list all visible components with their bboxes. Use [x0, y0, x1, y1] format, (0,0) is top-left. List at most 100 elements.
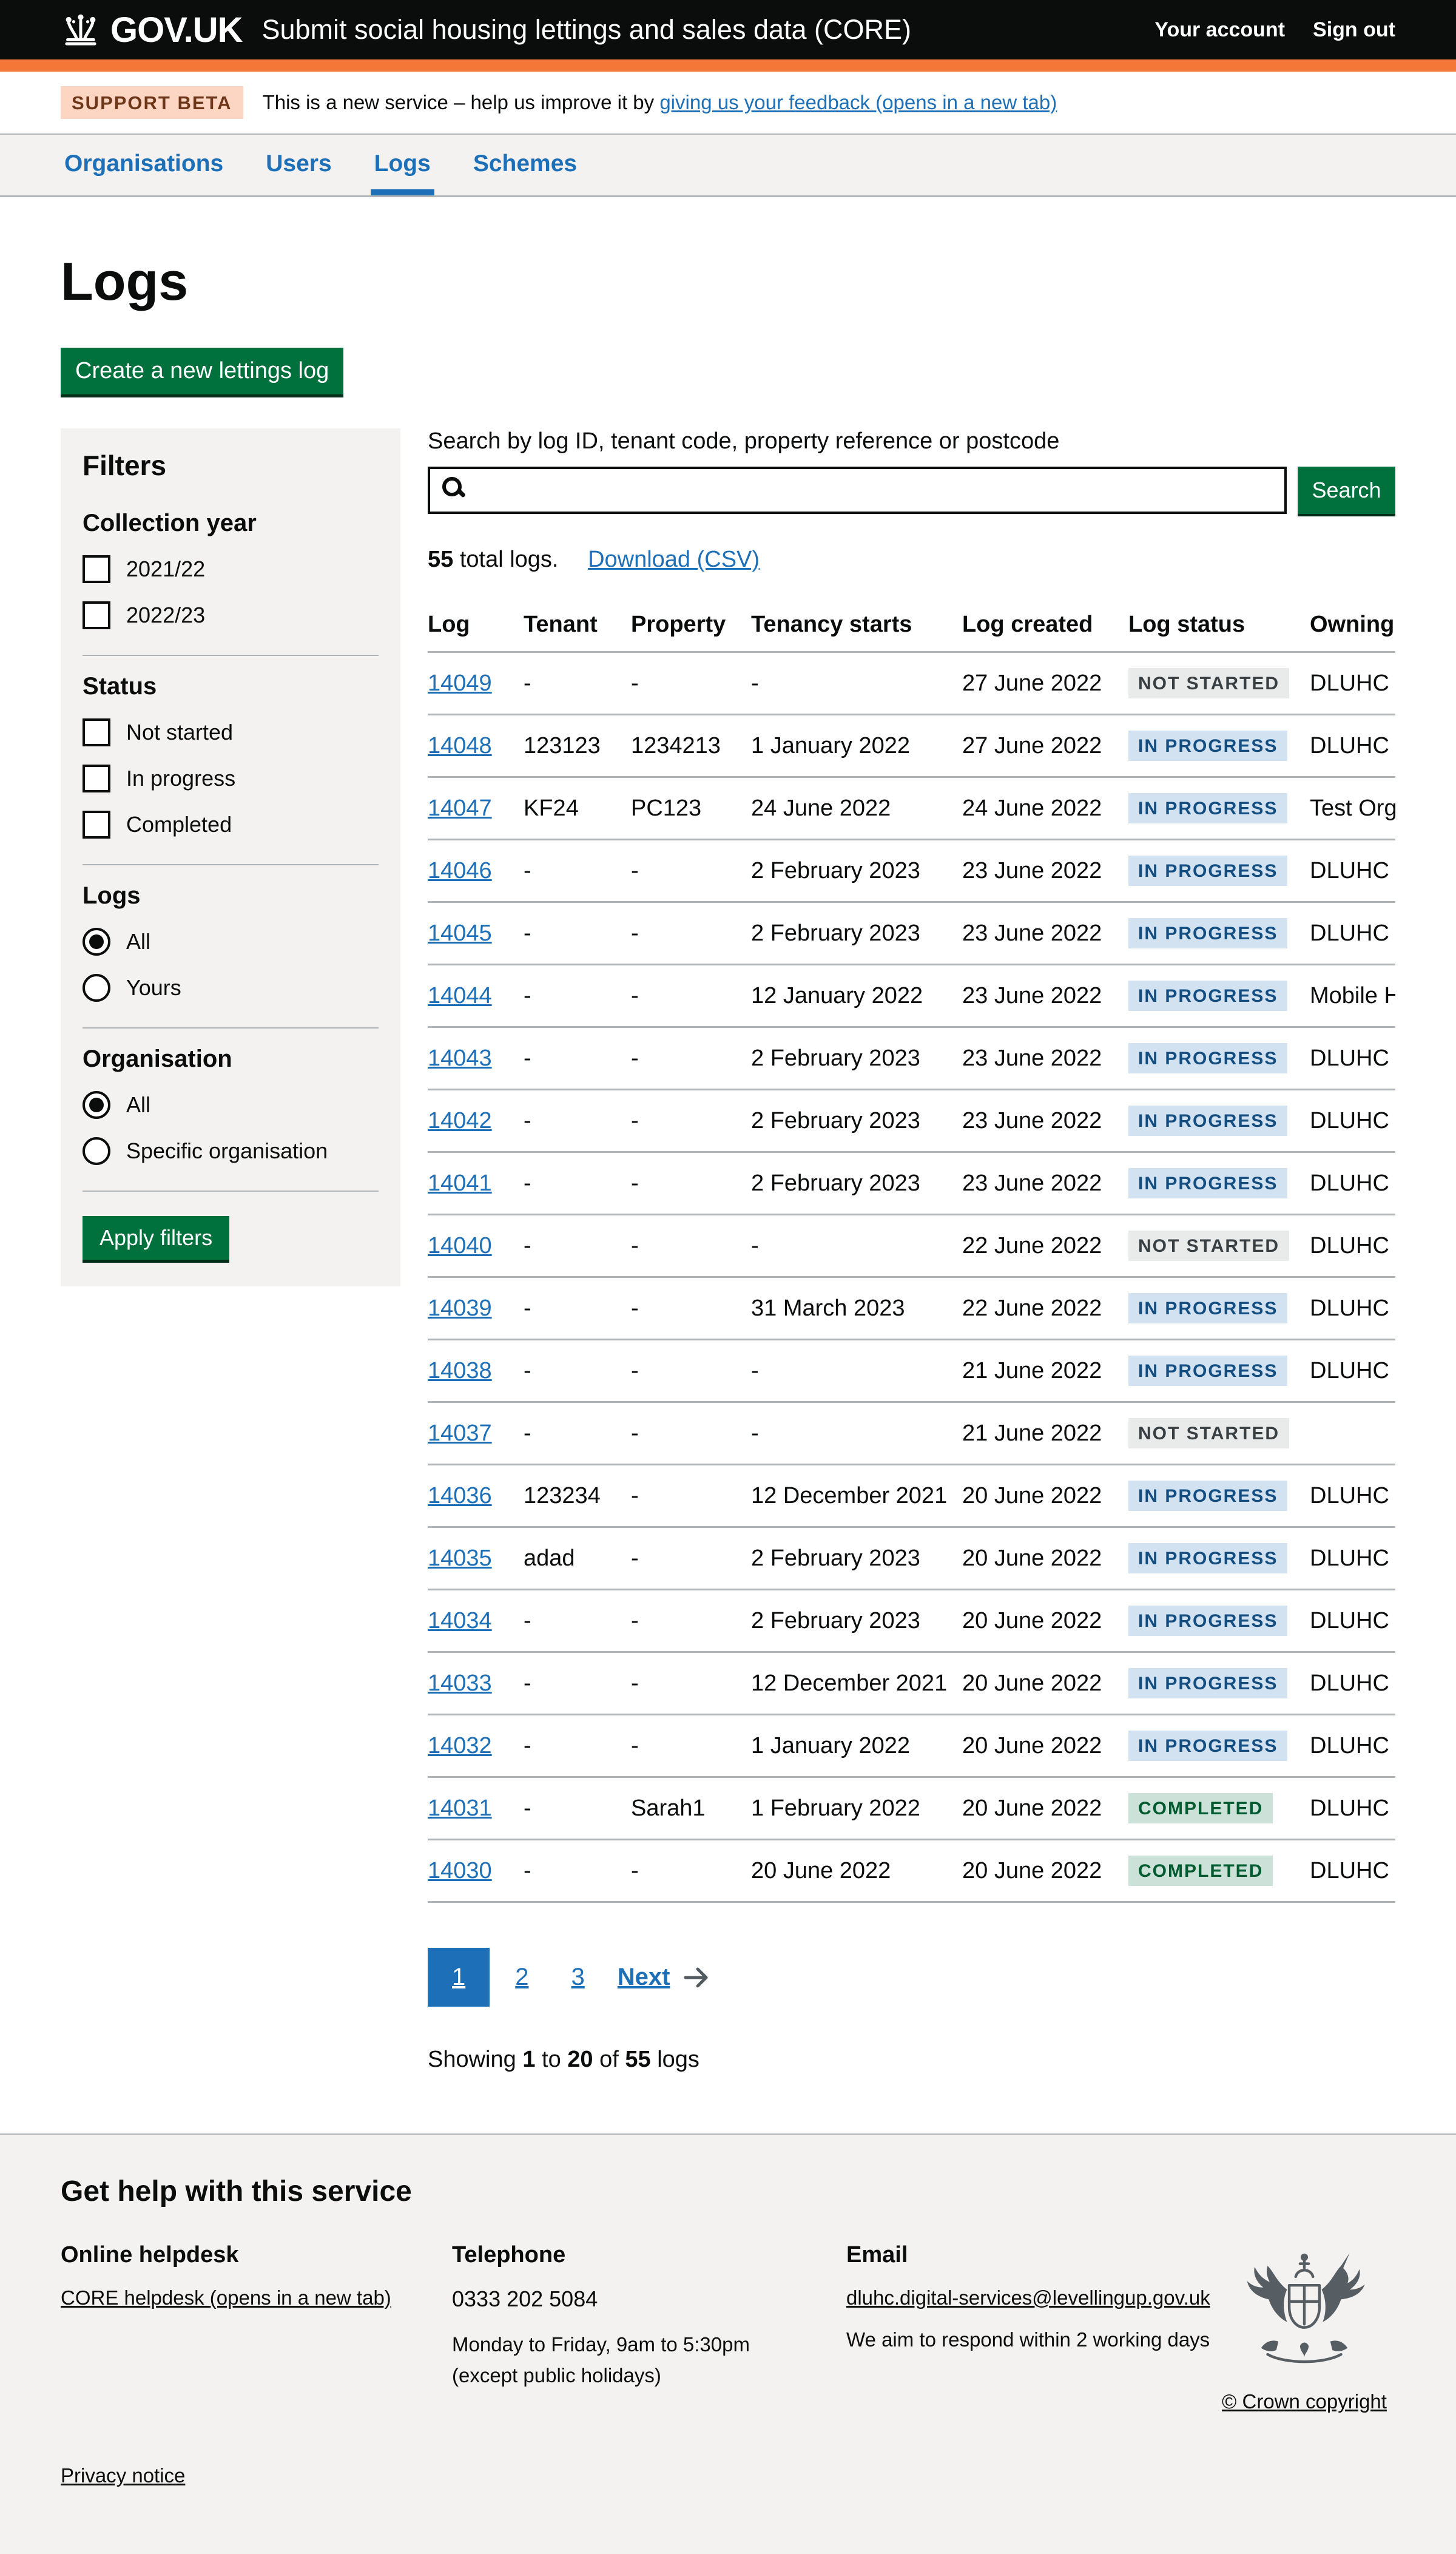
create-lettings-log-button[interactable]: Create a new lettings log — [61, 348, 343, 394]
log-id-link[interactable]: 14035 — [428, 1546, 492, 1571]
apply-filters-button[interactable]: Apply filters — [83, 1216, 229, 1260]
radio-organisation-specific[interactable] — [83, 1137, 110, 1165]
property-cell: - — [631, 1465, 751, 1527]
log-id-link[interactable]: 14043 — [428, 1046, 492, 1071]
tenancy-starts-cell: 2 February 2023 — [751, 1152, 962, 1215]
radio-logs-all[interactable] — [83, 928, 110, 956]
nav-item-schemes[interactable]: Schemes — [470, 150, 581, 195]
log-created-cell: 20 June 2022 — [962, 1590, 1128, 1652]
feedback-link[interactable]: giving us your feedback (opens in a new … — [659, 91, 1057, 113]
property-cell: - — [631, 1527, 751, 1590]
service-name-link[interactable]: Submit social housing lettings and sales… — [261, 14, 911, 46]
col-header-tenant: Tenant — [524, 601, 631, 652]
checkbox-2021-22[interactable] — [83, 555, 110, 583]
download-csv-link[interactable]: Download (CSV) — [588, 547, 760, 572]
privacy-notice-link[interactable]: Privacy notice — [61, 2464, 185, 2487]
pagination-next-link[interactable]: Next — [618, 1948, 670, 2007]
tenant-cell: - — [524, 1215, 631, 1277]
govuk-logo[interactable]: GOV.UK — [61, 10, 242, 50]
status-badge: IN PROGRESS — [1128, 793, 1287, 823]
site-footer: Get help with this service Online helpde… — [0, 2133, 1456, 2554]
log-id-link[interactable]: 14037 — [428, 1421, 492, 1446]
log-id-link[interactable]: 14045 — [428, 921, 492, 946]
log-id-link[interactable]: 14036 — [428, 1483, 492, 1508]
crown-copyright-link[interactable]: © Crown copyright — [1222, 2390, 1387, 2413]
owning-org-cell: DLUHC — [1310, 652, 1395, 715]
radio-label[interactable]: All — [126, 1092, 150, 1118]
property-cell: - — [631, 1590, 751, 1652]
log-id-link[interactable]: 14047 — [428, 796, 492, 821]
status-badge: NOT STARTED — [1128, 1231, 1289, 1261]
checkbox-label[interactable]: In progress — [126, 766, 235, 791]
log-id-link[interactable]: 14039 — [428, 1296, 492, 1321]
radio-logs-yours[interactable] — [83, 974, 110, 1002]
nav-item-organisations[interactable]: Organisations — [61, 150, 227, 195]
log-created-cell: 23 June 2022 — [962, 840, 1128, 902]
total-logs-count: 55 — [428, 547, 453, 572]
checkbox-label[interactable]: 2022/23 — [126, 603, 205, 628]
checkbox-completed[interactable] — [83, 811, 110, 839]
checkbox-not-started[interactable] — [83, 718, 110, 746]
checkbox-label[interactable]: 2021/22 — [126, 556, 205, 582]
email-link[interactable]: dluhc.digital-services@levellingup.gov.u… — [846, 2286, 1210, 2309]
property-cell: - — [631, 1840, 751, 1902]
col-header-log: Log — [428, 601, 524, 652]
your-account-link[interactable]: Your account — [1154, 18, 1285, 42]
telephone-holidays: (except public holidays) — [452, 2364, 661, 2387]
property-cell: - — [631, 1027, 751, 1090]
log-id-link[interactable]: 14031 — [428, 1796, 492, 1821]
log-id-link[interactable]: 14046 — [428, 858, 492, 883]
search-input[interactable] — [428, 467, 1287, 514]
tenancy-starts-cell: 12 December 2021 — [751, 1465, 962, 1527]
telephone-number: 0333 202 5084 — [452, 2286, 846, 2312]
col-header-property: Property — [631, 601, 751, 652]
status-badge: IN PROGRESS — [1128, 1543, 1287, 1573]
core-helpdesk-link[interactable]: CORE helpdesk (opens in a new tab) — [61, 2286, 391, 2309]
checkbox-2022-23[interactable] — [83, 601, 110, 629]
log-id-link[interactable]: 14048 — [428, 733, 492, 758]
tenancy-starts-cell: 2 February 2023 — [751, 1590, 962, 1652]
log-id-link[interactable]: 14044 — [428, 983, 492, 1008]
log-id-link[interactable]: 14049 — [428, 671, 492, 696]
tenant-cell: - — [524, 1652, 631, 1715]
log-id-link[interactable]: 14038 — [428, 1358, 492, 1383]
logs-table: Log Tenant Property Tenancy starts Log c… — [428, 601, 1395, 1903]
log-id-link[interactable]: 14033 — [428, 1671, 492, 1696]
log-created-cell: 20 June 2022 — [962, 1652, 1128, 1715]
pagination-page-3[interactable]: 3 — [554, 1948, 602, 2007]
checkbox-label[interactable]: Not started — [126, 720, 233, 745]
log-created-cell: 20 June 2022 — [962, 1840, 1128, 1902]
table-row: 14047 KF24 PC123 24 June 2022 24 June 20… — [428, 777, 1395, 840]
filter-group-organisation: Organisation All Specific organisation — [83, 1029, 379, 1192]
log-id-link[interactable]: 14041 — [428, 1171, 492, 1196]
radio-organisation-all[interactable] — [83, 1091, 110, 1119]
sign-out-link[interactable]: Sign out — [1313, 18, 1395, 42]
showing-total: 55 — [625, 2047, 650, 2072]
radio-label[interactable]: Yours — [126, 975, 181, 1001]
tenancy-starts-cell: 2 February 2023 — [751, 1527, 962, 1590]
pagination-page-1-current[interactable]: 1 — [428, 1948, 490, 2007]
log-id-link[interactable]: 14032 — [428, 1733, 492, 1758]
log-id-link[interactable]: 14042 — [428, 1108, 492, 1133]
radio-label[interactable]: Specific organisation — [126, 1138, 328, 1164]
tenant-cell: - — [524, 965, 631, 1027]
table-row: 14049 - - - 27 June 2022 NOT STARTED DLU… — [428, 652, 1395, 715]
status-badge: IN PROGRESS — [1128, 1481, 1287, 1511]
owning-org-cell: Mobile Housing — [1310, 965, 1395, 1027]
phase-banner: SUPPORT BETA This is a new service – hel… — [0, 72, 1456, 135]
log-id-link[interactable]: 14030 — [428, 1858, 492, 1883]
log-id-link[interactable]: 14040 — [428, 1233, 492, 1258]
nav-item-logs[interactable]: Logs — [371, 150, 434, 195]
radio-label[interactable]: All — [126, 929, 150, 954]
log-id-link[interactable]: 14034 — [428, 1608, 492, 1633]
tenancy-starts-cell: 2 February 2023 — [751, 840, 962, 902]
property-cell: Sarah1 — [631, 1777, 751, 1840]
checkbox-in-progress[interactable] — [83, 765, 110, 792]
property-cell: - — [631, 1277, 751, 1340]
checkbox-label[interactable]: Completed — [126, 812, 232, 837]
pagination-page-2[interactable]: 2 — [498, 1948, 545, 2007]
status-badge: IN PROGRESS — [1128, 1731, 1287, 1761]
search-button[interactable]: Search — [1298, 467, 1395, 514]
nav-item-users[interactable]: Users — [262, 150, 335, 195]
filter-group-status: Status Not started In progress Completed — [83, 656, 379, 865]
